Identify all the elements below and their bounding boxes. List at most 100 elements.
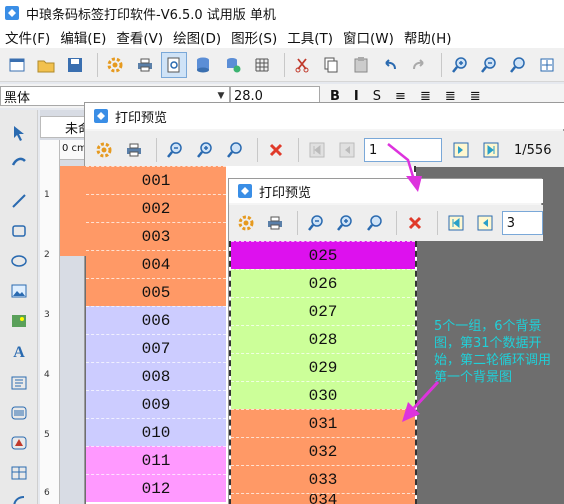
title-bar: 中琅条码标签打印软件-V6.5.0 试用版 单机 [0,0,564,26]
label-row: 002 [86,194,226,222]
copy-icon[interactable] [319,52,344,78]
menu-help[interactable]: 帮助(H) [399,27,457,47]
settings-gear-icon[interactable] [233,210,258,236]
page-number-value: 1 [369,142,378,158]
print-preview-icon[interactable] [161,51,187,78]
new-window-icon[interactable] [4,52,29,78]
label-row: 008 [86,362,226,390]
toolbar-separator [283,52,285,77]
settings-gear-icon[interactable] [91,137,117,163]
annotation-text: 5个一组，6个背景图，第31个数据开始，第二轮循环调用第一个背景图 [434,319,552,385]
toolbar-separator [257,138,258,162]
zoom-in-icon[interactable] [332,210,357,236]
close-icon[interactable] [402,210,427,236]
curve-tool-icon[interactable] [8,490,30,504]
database-settings-icon[interactable] [220,52,245,78]
image-tool-icon[interactable] [8,280,30,302]
menu-tools[interactable]: 工具(T) [282,27,338,47]
ruler-mark: 6 [44,488,50,498]
toolbar-separator [156,138,157,162]
print-icon[interactable] [262,210,287,236]
zoom-fit-icon[interactable] [222,137,248,163]
menu-view[interactable]: 查看(V) [111,27,168,47]
pan-icon[interactable] [8,150,30,172]
ruler-mark: 2 [44,250,50,260]
rectangle-tool-icon[interactable] [8,220,30,242]
shape-tool-icon[interactable] [8,432,30,454]
label-row: 028 [231,325,415,353]
cut-icon[interactable] [290,52,315,78]
label-row: 010 [86,418,226,446]
grid-icon[interactable] [249,52,274,78]
undo-icon[interactable] [377,52,402,78]
page-number-input[interactable]: 3 [501,211,543,235]
barcode-tool-icon[interactable] [8,402,30,424]
preview-2-title: 打印预览 [259,185,312,201]
app-logo-icon [5,6,19,20]
main-toolbar [0,48,564,82]
zoom-out-icon[interactable] [476,52,501,78]
pointer-icon[interactable] [8,122,30,144]
menu-file[interactable]: 文件(F) [0,27,55,47]
left-tool-panel: A [0,110,38,504]
label-row: 003 [86,222,226,250]
toolbar-separator [96,52,98,77]
menu-window[interactable]: 窗口(W) [338,27,399,47]
print-icon[interactable] [132,52,157,78]
toolbar-separator [440,52,442,77]
label-row: 001 [86,166,226,194]
menu-bar: 文件(F) 编辑(E) 查看(V) 绘图(D) 图形(S) 工具(T) 窗口(W… [0,26,564,48]
ruler-mark: 3 [44,310,50,320]
zoom-out-icon[interactable] [162,137,188,163]
zoom-in-icon[interactable] [192,137,218,163]
menu-draw[interactable]: 绘图(D) [168,27,226,47]
close-icon[interactable] [263,137,289,163]
ruler-mark: 4 [44,370,50,380]
first-page-icon[interactable] [304,137,330,163]
preview-1-toolbar: 1 1/556 [85,131,564,169]
last-page-icon[interactable] [478,137,504,163]
app-logo-icon [94,109,108,123]
next-page-icon[interactable] [448,137,474,163]
text-tool-icon[interactable]: A [8,342,30,364]
print-icon[interactable] [121,137,147,163]
paste-icon[interactable] [348,52,373,78]
app-logo-icon [238,184,252,198]
first-page-icon[interactable] [443,210,468,236]
toolbar-separator [296,211,298,235]
font-family-value: 黑体 [4,90,31,106]
arrow-annotation-icon [387,143,422,192]
open-folder-icon[interactable] [33,52,58,78]
database-icon[interactable] [191,52,216,78]
label-row: 029 [231,353,415,381]
label-row: 034 [231,493,415,504]
vertical-ruler: 1 2 3 4 5 6 [40,140,60,504]
label-row: 025 [231,241,415,269]
label-row: 012 [86,474,226,502]
save-icon[interactable] [63,52,88,78]
ellipse-tool-icon[interactable] [8,250,30,272]
page-number-value: 3 [506,215,515,231]
zoom-in-icon[interactable] [447,52,472,78]
toolbar-separator [298,138,299,162]
toolbar-separator [396,211,398,235]
menu-shape[interactable]: 图形(S) [226,27,282,47]
prev-page-icon[interactable] [334,137,360,163]
fit-page-icon[interactable] [535,52,560,78]
redo-icon[interactable] [407,52,432,78]
label-row: 009 [86,390,226,418]
menu-edit[interactable]: 编辑(E) [55,27,111,47]
label-row: 027 [231,297,415,325]
line-tool-icon[interactable] [8,190,30,212]
zoom-fit-icon[interactable] [362,210,387,236]
rich-text-tool-icon[interactable] [8,372,30,394]
picture-tool-icon[interactable] [8,310,30,332]
label-row: 006 [86,306,226,334]
table-tool-icon[interactable] [8,462,30,484]
settings-gear-icon[interactable] [103,52,128,78]
prev-page-icon[interactable] [472,210,497,236]
label-row: 032 [231,437,415,465]
zoom-out-icon[interactable] [303,210,328,236]
zoom-fit-icon[interactable] [505,52,530,78]
label-row: 004 [86,250,226,278]
